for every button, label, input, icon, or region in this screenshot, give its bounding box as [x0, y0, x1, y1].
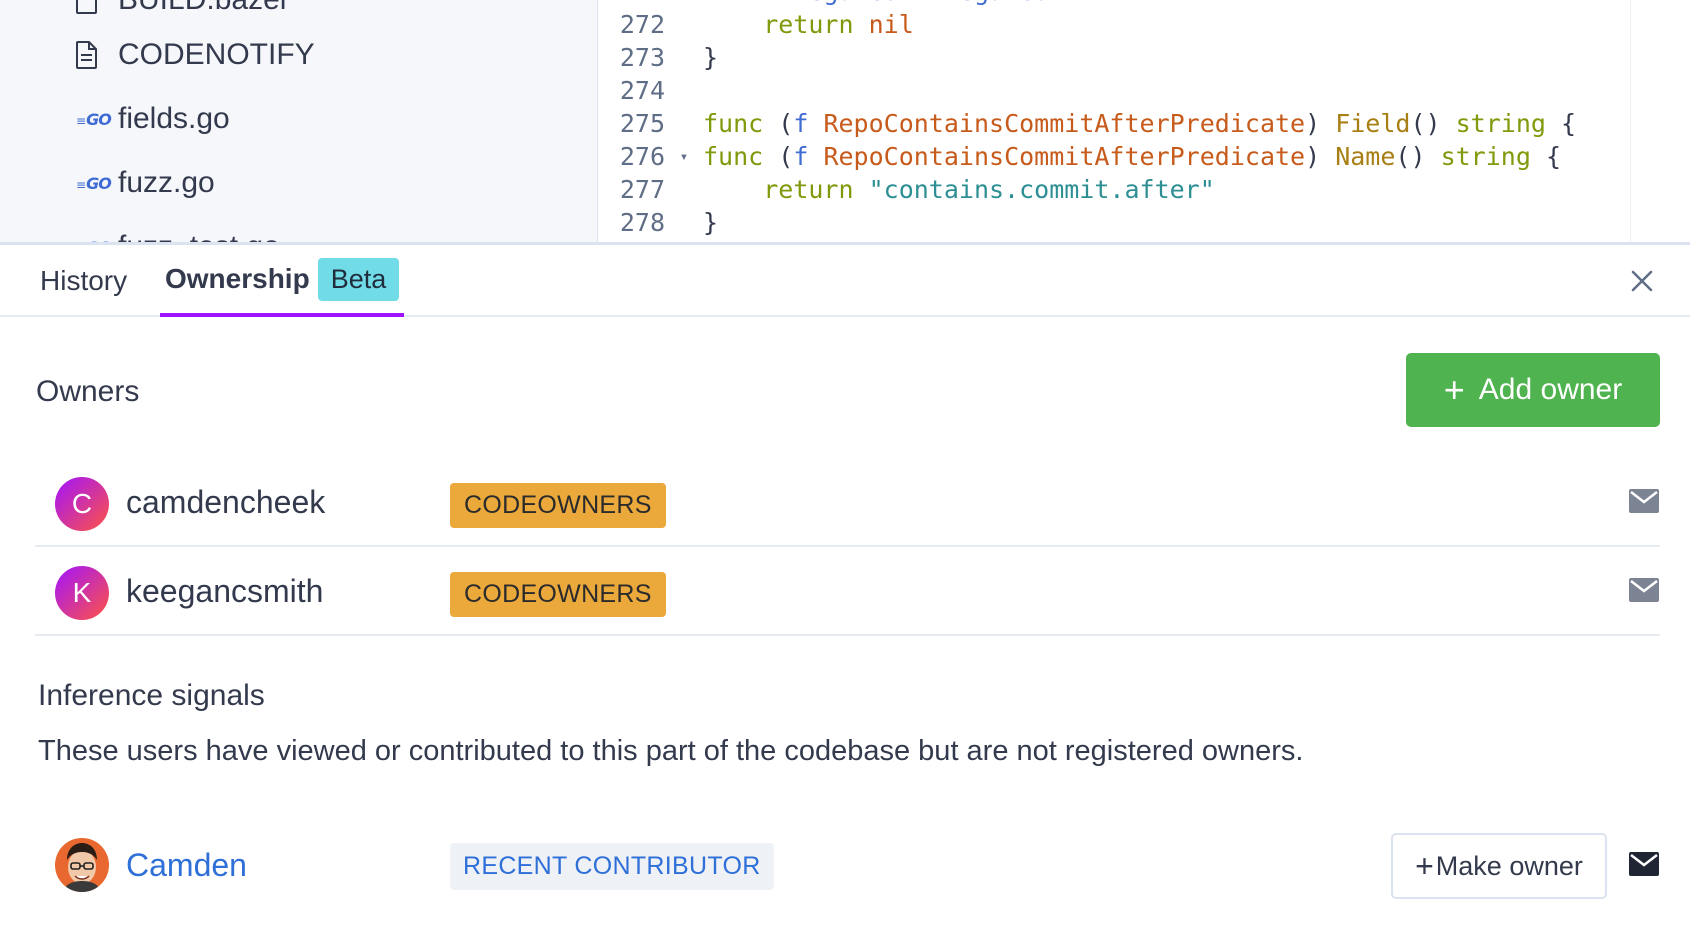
tree-item-fields-go[interactable]: GO fields.go	[76, 99, 230, 139]
code-text: }	[703, 208, 719, 237]
owner-row: C camdencheek CODEOWNERS	[35, 458, 1660, 547]
line-number[interactable]: 277	[599, 175, 665, 204]
code-line: 278}	[599, 205, 718, 240]
line-number[interactable]: 274	[599, 76, 665, 105]
go-file-icon: GO	[76, 174, 112, 193]
code-line: 273}	[599, 40, 718, 75]
tab-ownership[interactable]: Ownership Beta	[160, 245, 405, 317]
code-scrollbar[interactable]	[1630, 0, 1660, 242]
fold-chevron-icon[interactable]: ▾	[665, 149, 703, 165]
code-line: 274	[599, 73, 703, 108]
line-number[interactable]: 276	[599, 142, 665, 171]
close-icon	[1631, 270, 1653, 292]
code-line: 276 ▾ func (f RepoContainsCommitAfterPredi…	[599, 139, 1561, 174]
file-tree: BUILD.bazel CODENOTIFY GO fields.go GO f…	[0, 0, 598, 242]
code-view[interactable]: 271 f.Negated = negated272 return nil273…	[599, 0, 1660, 242]
email-owner-button[interactable]	[1628, 577, 1660, 603]
code-text: func (f RepoContainsCommitAfterPredicate…	[703, 142, 1561, 171]
editor-area: BUILD.bazel CODENOTIFY GO fields.go GO f…	[0, 0, 1690, 242]
file-icon	[76, 0, 108, 14]
owner-row: K keegancsmith CODEOWNERS	[35, 547, 1660, 636]
inference-signals-heading: Inference signals	[38, 679, 265, 712]
tree-item-label: BUILD.bazel	[118, 0, 286, 17]
codeowners-badge: CODEOWNERS	[450, 572, 666, 617]
owner-username: keegancsmith	[126, 573, 324, 609]
panel-tabs: History Ownership Beta	[0, 245, 1690, 317]
owners-heading: Owners	[36, 375, 140, 408]
line-number[interactable]: 271	[599, 0, 665, 6]
tree-item-label: fields.go	[118, 102, 230, 135]
line-number[interactable]: 272	[599, 10, 665, 39]
codeowners-badge: CODEOWNERS	[450, 483, 666, 528]
ownership-panel: History Ownership Beta Owners + Add owne…	[0, 242, 1690, 950]
line-number[interactable]: 275	[599, 109, 665, 138]
tree-item-fuzz-test-go[interactable]: GO fuzz_test.go	[76, 227, 280, 242]
tab-history[interactable]: History	[40, 245, 127, 317]
tree-item-label: CODENOTIFY	[118, 38, 315, 71]
close-panel-button[interactable]	[1624, 263, 1660, 299]
plus-icon: +	[1443, 369, 1465, 410]
code-line: 277 return "contains.commit.after"	[599, 172, 1215, 207]
go-file-icon: GO	[76, 110, 112, 129]
code-text: func (f RepoContainsCommitAfterPredicate…	[703, 109, 1577, 138]
recent-contributor-badge: RECENT CONTRIBUTOR	[450, 843, 774, 890]
code-text: }	[703, 43, 719, 72]
tree-item-fuzz-go[interactable]: GO fuzz.go	[76, 163, 215, 203]
mail-icon	[1629, 578, 1659, 602]
mail-icon	[1629, 489, 1659, 513]
email-contributor-button[interactable]	[1628, 851, 1660, 877]
line-number[interactable]: 278	[599, 208, 665, 237]
beta-badge: Beta	[317, 257, 400, 301]
avatar	[55, 838, 109, 892]
code-line: 272 return nil	[599, 7, 914, 42]
tree-item-codenotify[interactable]: CODENOTIFY	[76, 35, 315, 75]
make-owner-button[interactable]: + Make owner	[1391, 833, 1607, 899]
owner-username: camdencheek	[126, 484, 326, 520]
tree-item-label: fuzz_test.go	[118, 230, 280, 242]
contributor-name-link[interactable]: Camden	[126, 847, 247, 884]
code-text: return "contains.commit.after"	[763, 175, 1215, 204]
file-icon	[76, 41, 108, 69]
inference-signals-description: These users have viewed or contributed t…	[38, 735, 1304, 767]
add-owner-button[interactable]: + Add owner	[1406, 353, 1660, 427]
code-text: return nil	[763, 10, 914, 39]
avatar: K	[55, 566, 109, 620]
avatar: C	[55, 477, 109, 531]
plus-icon: +	[1415, 848, 1434, 884]
tree-item-build-bazel[interactable]: BUILD.bazel	[76, 0, 286, 20]
mail-icon	[1629, 852, 1659, 876]
code-line: 275 func (f RepoContainsCommitAfterPredic…	[599, 106, 1576, 141]
email-owner-button[interactable]	[1628, 488, 1660, 514]
tree-item-label: fuzz.go	[118, 166, 215, 199]
code-text: f.Negated = negated	[703, 0, 1049, 6]
signal-row: Camden RECENT CONTRIBUTOR + Make owner	[35, 823, 1660, 907]
line-number[interactable]: 273	[599, 43, 665, 72]
